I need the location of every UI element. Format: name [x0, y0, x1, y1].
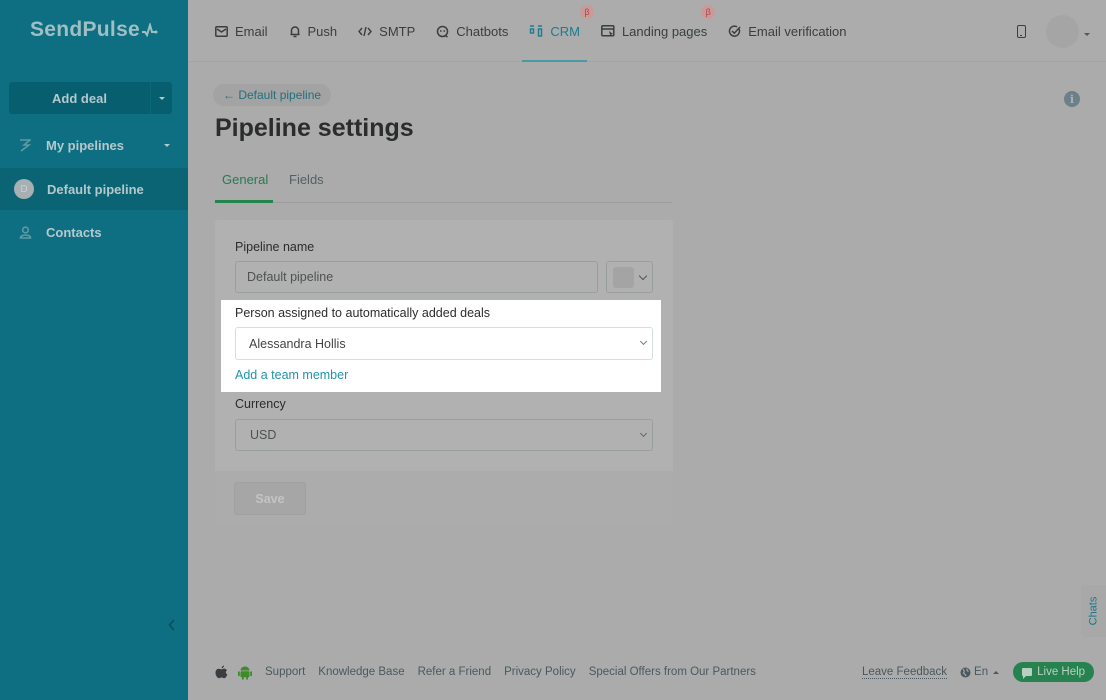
assignee-section: Person assigned to automatically added d…: [221, 300, 661, 392]
assignee-label: Person assigned to automatically added d…: [235, 306, 491, 320]
apple-icon[interactable]: [215, 665, 228, 680]
footer-link-special-offers[interactable]: Special Offers from Our Partners: [589, 666, 756, 678]
mobile-app-icon[interactable]: [1017, 24, 1026, 38]
sidebar-item-label: My pipelines: [46, 137, 125, 153]
nav-label: Chatbots: [456, 23, 509, 39]
chatbot-icon: [436, 25, 449, 38]
collapse-sidebar-button[interactable]: [168, 618, 176, 636]
currency-label: Currency: [235, 397, 286, 411]
caret-up-icon: [993, 670, 1000, 674]
add-deal-button[interactable]: Add deal: [9, 82, 150, 114]
color-swatch: [613, 266, 634, 288]
settings-tabs: General Fields: [215, 166, 672, 203]
check-circle-icon: [728, 24, 741, 38]
tab-fields[interactable]: Fields: [289, 172, 324, 187]
logo-text: SendPulse: [29, 18, 141, 41]
currency-value: USD: [250, 428, 277, 442]
add-deal-dropdown-toggle[interactable]: [150, 82, 172, 114]
pipeline-name-label: Pipeline name: [235, 240, 315, 254]
assignee-select[interactable]: Alessandra Hollis: [235, 327, 653, 360]
caret-down-icon: [158, 96, 165, 100]
live-help-label: Live Help: [1037, 666, 1086, 678]
sidebar-item-label: Default pipeline: [47, 181, 144, 197]
nav-label: Email verification: [748, 23, 847, 39]
sidebar-item-my-pipelines[interactable]: My pipelines: [0, 124, 188, 166]
nav-landing-pages[interactable]: Landing pages β: [600, 0, 716, 62]
back-to-pipeline-link[interactable]: ← Default pipeline: [213, 84, 332, 106]
tab-general[interactable]: General: [222, 172, 268, 187]
sidebar-item-default-pipeline[interactable]: D Default pipeline: [0, 168, 188, 210]
chevron-left-icon: [168, 619, 175, 631]
bell-icon: [289, 25, 301, 38]
add-team-member-link[interactable]: Add a team member: [235, 368, 348, 382]
save-button[interactable]: Save: [234, 482, 306, 515]
top-navigation-bar: Email Push SMTP Chatbots CRM β Landing p…: [188, 0, 1106, 62]
nav-label: Email: [235, 23, 268, 39]
footer-link-support[interactable]: Support: [265, 666, 305, 678]
sidebar-item-contacts[interactable]: Contacts: [0, 211, 188, 253]
footer-link-privacy-policy[interactable]: Privacy Policy: [504, 666, 576, 678]
landing-icon: [600, 25, 615, 37]
pulse-icon: [142, 23, 158, 37]
pipeline-avatar: D: [14, 179, 34, 199]
footer-right-controls: Leave Feedback En Live Help: [862, 660, 1095, 684]
assignee-value: Alessandra Hollis: [249, 336, 346, 351]
code-icon: [358, 26, 373, 37]
android-icon[interactable]: [238, 665, 252, 680]
nav-label: SMTP: [379, 23, 416, 39]
language-selector[interactable]: En: [960, 666, 1000, 678]
product-nav: Email Push SMTP Chatbots CRM β Landing p…: [215, 0, 868, 62]
nav-label: Landing pages: [621, 23, 708, 39]
user-avatar[interactable]: [1046, 14, 1079, 48]
footer-link-refer-a-friend[interactable]: Refer a Friend: [418, 666, 492, 678]
pipeline-name-input[interactable]: Default pipeline: [235, 261, 598, 293]
chats-label: Chats: [1087, 596, 1100, 626]
active-tab-indicator: [215, 200, 273, 203]
sidebar-item-label: Contacts: [46, 224, 102, 240]
contacts-icon: [16, 225, 34, 239]
beta-badge: β: [701, 5, 716, 19]
top-right-controls: [1017, 0, 1090, 62]
leave-feedback-link[interactable]: Leave Feedback: [862, 666, 948, 679]
chat-bubble-icon: [1022, 668, 1033, 679]
user-menu-caret-icon[interactable]: [1084, 32, 1090, 36]
info-icon[interactable]: i: [1064, 91, 1080, 107]
beta-badge: β: [579, 5, 594, 19]
nav-label: CRM: [550, 23, 580, 39]
nav-email[interactable]: Email: [215, 0, 268, 62]
nav-crm[interactable]: CRM β: [522, 0, 594, 62]
footer-link-knowledge-base[interactable]: Knowledge Base: [318, 666, 404, 678]
currency-select[interactable]: USD: [235, 419, 653, 451]
chevron-down-icon: [164, 143, 170, 147]
pipeline-color-picker[interactable]: [606, 261, 653, 293]
nav-chatbots[interactable]: Chatbots: [436, 0, 508, 62]
sidebar: SendPulse Add deal My pipelines D Defaul…: [0, 0, 188, 700]
pipelines-icon: [16, 138, 34, 152]
add-deal-split-button: Add deal: [9, 82, 172, 114]
envelope-icon: [215, 25, 228, 37]
live-help-button[interactable]: Live Help: [1013, 662, 1095, 682]
language-label: En: [974, 666, 989, 678]
nav-push[interactable]: Push: [289, 0, 338, 62]
nav-email-verification[interactable]: Email verification: [728, 0, 847, 62]
globe-icon: [960, 667, 971, 677]
sendpulse-logo[interactable]: SendPulse: [0, 0, 188, 60]
chevron-down-icon: [639, 337, 648, 346]
footer-links: Support Knowledge Base Refer a Friend Pr…: [215, 660, 769, 684]
chevron-down-icon: [639, 429, 648, 438]
crm-icon: [529, 25, 543, 37]
chevron-down-icon: [638, 271, 648, 281]
chats-side-tab[interactable]: Chats: [1081, 585, 1106, 637]
page-title: Pipeline settings: [215, 114, 414, 142]
nav-smtp[interactable]: SMTP: [358, 0, 415, 62]
nav-label: Push: [307, 23, 338, 39]
